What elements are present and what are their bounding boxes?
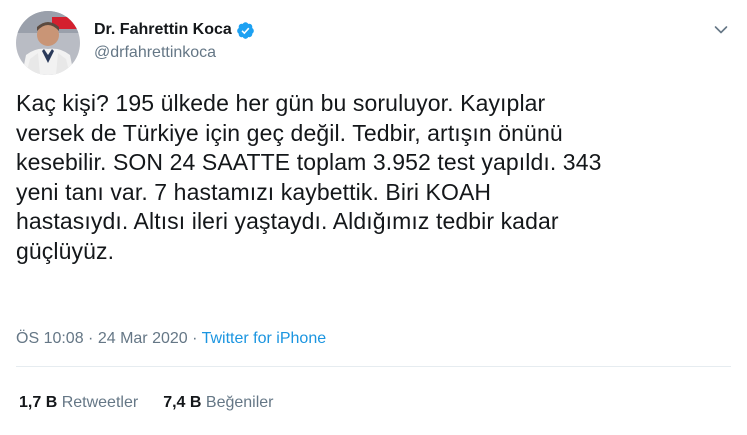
tweet-line: yeni tanı var. 7 hastamızı kaybettik. Bi… — [16, 178, 492, 205]
avatar-photo-icon — [16, 11, 80, 75]
tweet-meta: ÖS 10:08 · 24 Mar 2020 · Twitter for iPh… — [16, 330, 326, 348]
handle[interactable]: @drfahrettinkoca — [94, 44, 255, 62]
tweet-line: kesebilir. SON 24 SAATTE toplam 3.952 te… — [16, 149, 602, 175]
likes-label: Beğeniler — [205, 394, 274, 411]
tweet-date[interactable]: 24 Mar 2020 — [98, 330, 188, 347]
avatar[interactable] — [16, 11, 80, 75]
tweet-line: versek de Türkiye için geç değil. Tedbir… — [16, 119, 563, 146]
tweet-card: Dr. Fahrettin Koca @drfahrettinkoca Kaç … — [0, 0, 747, 435]
retweets-label: Retweetler — [61, 394, 139, 411]
retweets-stat[interactable]: 1,7 B Retweetler — [19, 394, 138, 412]
display-name[interactable]: Dr. Fahrettin Koca — [94, 21, 232, 39]
chevron-down-icon[interactable] — [713, 22, 729, 38]
tweet-text: Kaç kişi? 195 ülkede her gün bu soruluyo… — [16, 89, 716, 266]
likes-count: 7,4 B — [163, 394, 202, 411]
divider — [16, 366, 731, 367]
tweet-stats: 1,7 B Retweetler 7,4 B Beğeniler — [19, 394, 274, 412]
tweet-line: hastasıydı. Altısı ileri yaştaydı. Aldığ… — [16, 208, 559, 234]
tweet-line: Kaç kişi? 195 ülkede her gün bu soruluyo… — [16, 90, 546, 116]
verified-badge-icon — [236, 21, 254, 39]
meta-separator: · — [187, 330, 202, 347]
likes-stat[interactable]: 7,4 B Beğeniler — [163, 394, 273, 412]
meta-separator: · — [83, 330, 98, 347]
name-row: Dr. Fahrettin Koca — [94, 19, 255, 41]
tweet-line: güçlüyüz. — [16, 237, 115, 264]
tweet-source-link[interactable]: Twitter for iPhone — [202, 330, 327, 347]
tweet-time[interactable]: ÖS 10:08 — [16, 330, 84, 347]
author-block: Dr. Fahrettin Koca @drfahrettinkoca — [94, 19, 255, 62]
retweets-count: 1,7 B — [19, 394, 58, 411]
